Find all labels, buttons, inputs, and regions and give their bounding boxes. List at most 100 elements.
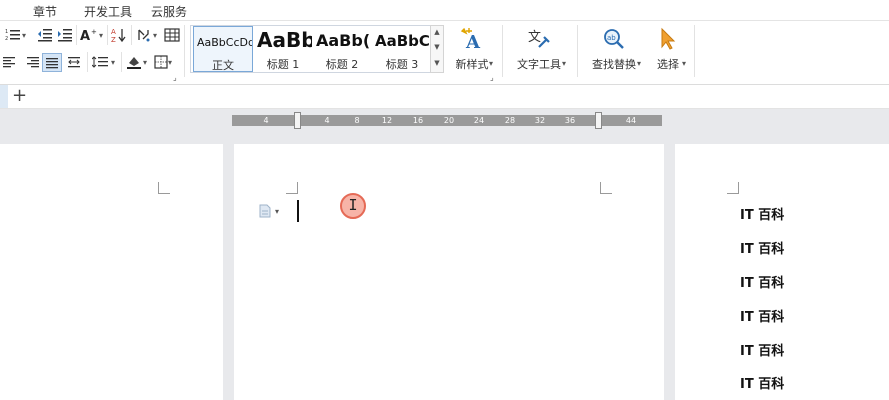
increase-indent-icon[interactable] [56, 27, 74, 43]
divider [107, 25, 108, 45]
ruler-number: 4 [324, 116, 330, 125]
page-left[interactable] [0, 144, 223, 400]
select-button[interactable]: 选择 ▾ [648, 25, 688, 77]
new-style-button[interactable]: A 新样式 ▾ [449, 25, 495, 77]
divider [87, 52, 88, 72]
dialog-launcher-icon[interactable]: ⌟ [490, 73, 494, 82]
svg-text:1: 1 [5, 29, 8, 35]
margin-corner [286, 182, 298, 194]
style-sample: AaBb [257, 28, 312, 52]
ruler-number: 16 [412, 116, 424, 125]
doc-text-line: IT 百科 [740, 310, 785, 325]
chevron-down-icon[interactable]: ▾ [22, 31, 26, 40]
ruler-number: 32 [534, 116, 546, 125]
svg-text:A: A [111, 28, 116, 36]
align-right-icon[interactable] [24, 54, 42, 70]
page-current[interactable]: ▾ I [234, 144, 664, 400]
find-replace-button[interactable]: ab 查找替换 ▾ [585, 25, 643, 77]
svg-text:ab: ab [607, 34, 616, 42]
chevron-down-icon[interactable]: ▾ [275, 207, 279, 216]
document-tab[interactable] [0, 85, 8, 108]
chevron-down-icon[interactable]: ▾ [143, 58, 147, 67]
table-grid-icon[interactable] [163, 27, 181, 43]
text-tools-button[interactable]: 文 文字工具 ▾ [510, 25, 568, 77]
doc-text-line: IT 百科 [740, 344, 785, 359]
svg-text:A: A [80, 29, 90, 43]
chevron-down-icon[interactable]: ▾ [153, 31, 157, 40]
horizontal-ruler[interactable]: 4 4 8 12 16 20 24 28 32 36 44 [232, 112, 662, 129]
svg-text:Z: Z [111, 36, 116, 43]
style-sample: AaBb( [316, 31, 371, 50]
align-left-icon[interactable] [2, 54, 16, 70]
svg-text:+: + [91, 28, 97, 36]
ruler-number: 20 [443, 116, 455, 125]
ruler-number: 28 [504, 116, 516, 125]
svg-text:2: 2 [5, 36, 8, 42]
chevron-down-icon: ▾ [489, 59, 494, 68]
ruler-number: 8 [354, 116, 360, 125]
page-right[interactable]: IT 百科 IT 百科 IT 百科 IT 百科 IT 百科 IT 百科 [675, 144, 889, 400]
ruler-number: 4 [263, 116, 269, 125]
chevron-up-icon[interactable]: ▲ [431, 28, 443, 36]
chevron-down-icon[interactable]: ▾ [111, 58, 115, 67]
divider [577, 25, 578, 77]
style-sample: AaBbC [375, 32, 430, 50]
chevron-down-icon: ▾ [682, 59, 687, 68]
style-normal[interactable]: AaBbCcDd 正文 [193, 26, 253, 72]
menu-bar: 章节 开发工具 云服务 [0, 0, 889, 21]
cursor-arrow-icon [661, 27, 676, 50]
margin-corner [727, 182, 739, 194]
text-cursor [297, 200, 299, 222]
style-sample: AaBbCcDd [197, 36, 253, 49]
mouse-cursor-highlight: I [340, 193, 366, 219]
document-icon[interactable] [258, 204, 272, 218]
ruler-number: 12 [381, 116, 393, 125]
margin-corner [158, 182, 170, 194]
style-name: 标题 3 [385, 58, 419, 71]
document-workspace: 4 4 8 12 16 20 24 28 32 36 44 ▾ I IT 百科 … [0, 109, 889, 400]
style-name: 正文 [212, 59, 234, 72]
paragraph-mark-icon[interactable] [135, 27, 153, 43]
ruler-number: 36 [564, 116, 576, 125]
decrease-indent-icon[interactable] [36, 27, 54, 43]
expand-icon[interactable]: ▼ [431, 59, 443, 67]
style-gallery: AaBbCcDd 正文 AaBb 标题 1 AaBb( 标题 2 AaBbC 标… [190, 25, 434, 73]
ruler-number: 44 [625, 116, 637, 125]
divider [184, 25, 185, 77]
style-heading-2[interactable]: AaBb( 标题 2 [313, 26, 371, 72]
doc-text-line: IT 百科 [740, 276, 785, 291]
find-replace-icon: ab [604, 29, 624, 49]
chevron-down-icon: ▾ [562, 59, 567, 68]
style-name: 标题 1 [266, 58, 300, 71]
menu-tab-chapter[interactable]: 章节 [33, 3, 57, 20]
font-size-icon[interactable]: A + [80, 27, 100, 43]
ribbon-toolbar: 12 ▾ A + ▾ AZ ▾ ▾ ▾ ▾ ⌟ AaBbCcDd 正文 AaBb… [0, 21, 889, 85]
margin-corner [600, 182, 612, 194]
style-gallery-scroll[interactable]: ▲ ▼ ▼ [430, 25, 444, 73]
left-indent-marker[interactable] [294, 112, 301, 129]
distributed-align-icon[interactable] [65, 54, 83, 70]
style-heading-1[interactable]: AaBb 标题 1 [254, 26, 312, 72]
shading-icon[interactable] [125, 54, 143, 70]
line-spacing-icon[interactable] [91, 54, 109, 70]
find-replace-label: 查找替换 [592, 58, 636, 71]
divider [76, 25, 77, 45]
menu-tab-cloud[interactable]: 云服务 [151, 3, 187, 20]
text-tools-icon: 文 [528, 30, 550, 48]
text-tools-label: 文字工具 [517, 58, 561, 71]
menu-tab-developer[interactable]: 开发工具 [84, 3, 132, 20]
dialog-launcher-icon[interactable]: ⌟ [173, 73, 177, 82]
style-heading-3[interactable]: AaBbC 标题 3 [372, 26, 432, 72]
doc-text-line: IT 百科 [740, 377, 785, 392]
divider [694, 25, 695, 77]
justify-icon[interactable] [42, 53, 62, 72]
svg-text:A: A [465, 32, 481, 51]
chevron-down-icon[interactable]: ▾ [168, 58, 172, 67]
new-tab-button[interactable]: + [12, 85, 27, 107]
right-indent-marker[interactable] [595, 112, 602, 129]
chevron-down-icon[interactable]: ▼ [431, 43, 443, 51]
new-style-icon: A [460, 27, 481, 51]
chevron-down-icon[interactable]: ▾ [99, 31, 103, 40]
sort-icon[interactable]: AZ [110, 27, 128, 43]
numbered-list-icon[interactable]: 12 [4, 27, 22, 43]
